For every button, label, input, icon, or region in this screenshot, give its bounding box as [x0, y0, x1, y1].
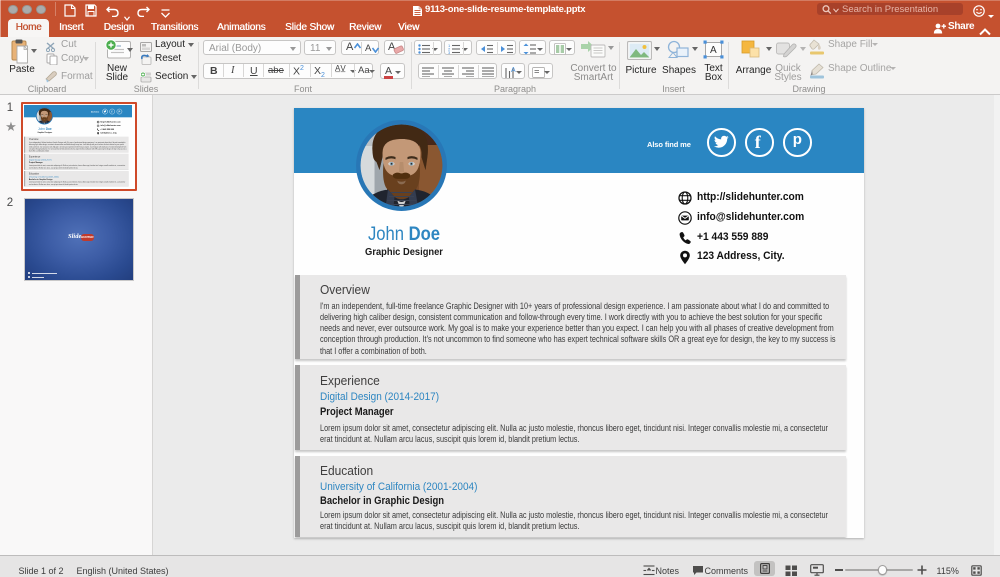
svg-text:A: A — [710, 45, 717, 56]
svg-text:3: 3 — [448, 50, 451, 54]
